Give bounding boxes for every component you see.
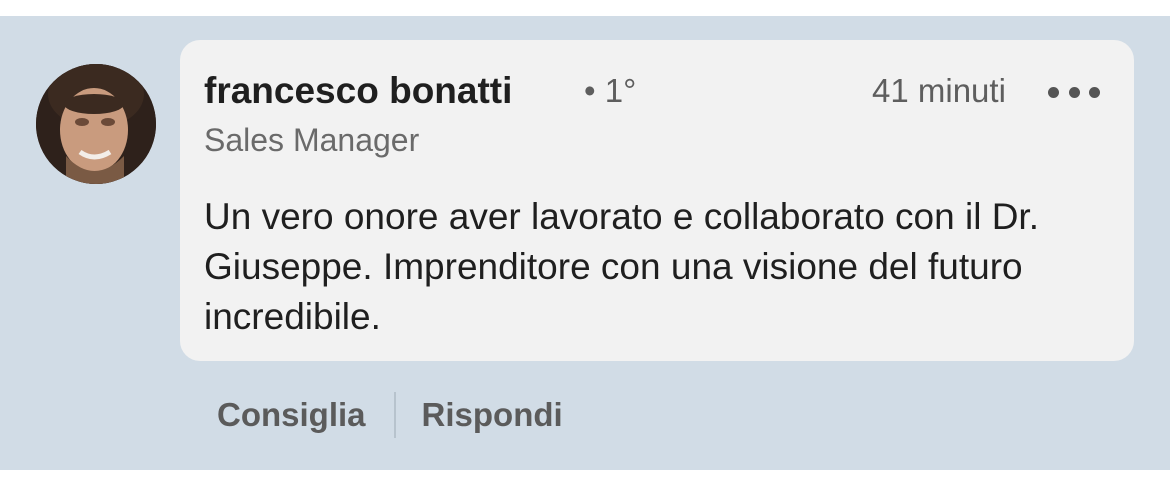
- comment-text: Un vero onore aver lavorato e collaborat…: [204, 196, 1039, 337]
- like-button[interactable]: Consiglia: [217, 396, 366, 434]
- avatar-photo-icon: [36, 64, 156, 184]
- more-dot: [1048, 86, 1059, 98]
- author-title: Sales Manager: [204, 122, 420, 158]
- more-options-icon[interactable]: [1048, 80, 1100, 104]
- comment-bubble: francesco bonatti • 1° 41 minuti Sales M…: [180, 40, 1134, 361]
- reply-button[interactable]: Rispondi: [422, 396, 563, 434]
- comment-thread: francesco bonatti • 1° 41 minuti Sales M…: [0, 16, 1170, 470]
- author-avatar[interactable]: [36, 64, 156, 184]
- comment-actions: Consiglia Rispondi: [217, 390, 563, 440]
- actions-divider: [393, 392, 396, 438]
- connection-degree: • 1°: [584, 72, 637, 109]
- comment-timestamp: 41 minuti: [872, 72, 1006, 109]
- more-dot: [1089, 86, 1100, 98]
- more-dot: [1068, 86, 1080, 98]
- author-name[interactable]: francesco bonatti: [204, 70, 512, 112]
